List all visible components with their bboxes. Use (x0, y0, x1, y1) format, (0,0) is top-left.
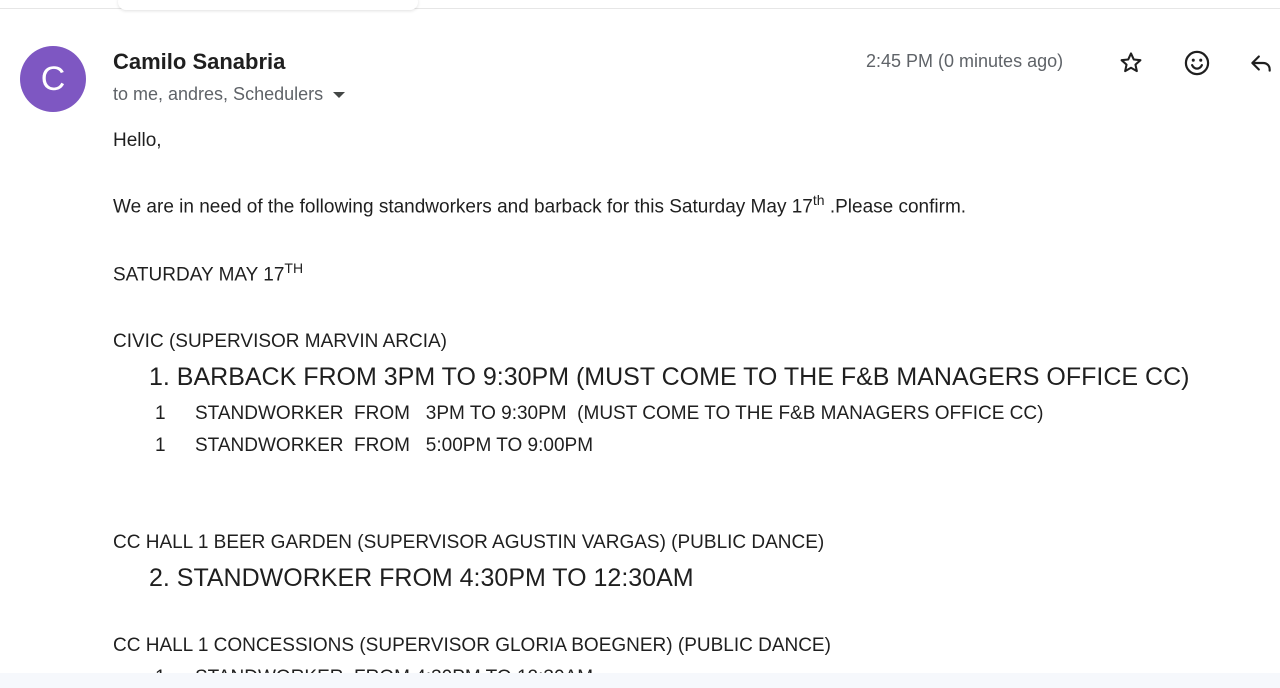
star-button[interactable] (1112, 44, 1150, 82)
item-count: 1 (155, 435, 166, 456)
avatar[interactable]: C (20, 46, 86, 112)
section-heading: CC HALL 1 BEER GARDEN (SUPERVISOR AGUSTI… (113, 532, 825, 553)
timestamp: 2:45 PM (0 minutes ago) (866, 51, 1064, 71)
section-heading: CIVIC (SUPERVISOR MARVIN ARCIA) (113, 331, 447, 352)
recipients-line: to me, andres, Schedulers (113, 84, 346, 105)
date-heading-text: SATURDAY MAY 17 (113, 264, 285, 286)
date-heading: SATURDAY MAY 17TH (113, 260, 303, 286)
show-details-dropdown-icon[interactable] (333, 91, 346, 98)
sender-name[interactable]: Camilo Sanabria (113, 49, 285, 75)
section-primary-item: 2. STANDWORKER FROM 4:30PM TO 12:30AM (149, 564, 694, 592)
section-primary-item: 1. BARBACK FROM 3PM TO 9:30PM (MUST COME… (149, 363, 1190, 391)
collapsed-thread-pill[interactable] (118, 0, 418, 10)
greeting: Hello, (113, 130, 162, 151)
date-heading-superscript: TH (284, 260, 304, 276)
intro-paragraph: We are in need of the following standwor… (113, 192, 966, 218)
emoji-icon (1184, 50, 1210, 76)
recipients-text: to me, andres, Schedulers (113, 84, 324, 104)
avatar-letter: C (40, 59, 66, 98)
section-heading: CC HALL 1 CONCESSIONS (SUPERVISOR GLORIA… (113, 635, 831, 656)
reply-icon (1251, 55, 1271, 72)
item-count: 1 (155, 403, 166, 424)
item-text: STANDWORKER FROM 5:00PM TO 9:00PM (195, 435, 594, 456)
intro-end: .Please confirm. (824, 196, 967, 218)
bottom-bar (0, 673, 1280, 688)
intro-text: We are in need of the following standwor… (113, 196, 813, 218)
reply-button[interactable] (1242, 44, 1280, 82)
email-view: C Camilo Sanabria to me, andres, Schedul… (0, 0, 1280, 688)
intro-superscript: th (812, 192, 825, 208)
add-reaction-button[interactable] (1178, 44, 1216, 82)
item-text: STANDWORKER FROM 3PM TO 9:30PM (MUST COM… (195, 403, 1044, 424)
star-icon (1120, 52, 1142, 73)
